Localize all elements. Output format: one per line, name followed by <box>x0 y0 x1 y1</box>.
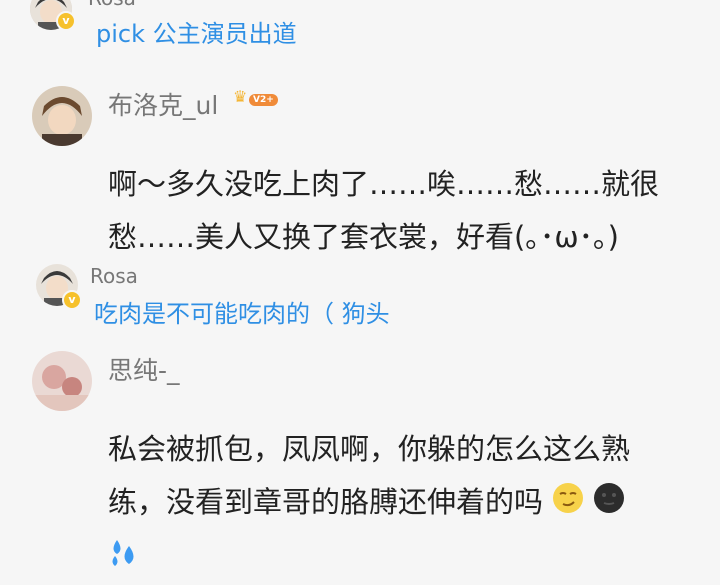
reply-text: pick 公主演员出道 <box>96 14 297 49</box>
verified-icon: v <box>62 290 82 310</box>
comment-username[interactable]: 布洛克_ul <box>108 86 218 122</box>
comment-username[interactable]: 思纯-_ <box>108 351 180 387</box>
reply-text: 吃肉是不可能吃肉的（ 狗头 <box>94 294 390 329</box>
sweat-droplets-emoji <box>108 532 140 585</box>
crown-icon: ♛ <box>233 87 247 106</box>
comment-item: 思纯-_ 私会被抓包，凤凤啊，你躲的怎么这么熟 练，没看到章哥的胳膊还伸着的吗 <box>0 345 720 560</box>
user-avatar[interactable] <box>32 351 92 411</box>
smirk-face-emoji <box>552 478 584 531</box>
dark-moon-face-emoji <box>593 478 625 531</box>
comment-line: 愁……美人又换了套衣裳，好看(｡･ω･｡) <box>108 211 708 264</box>
reply-item[interactable]: v Rosa pick 公主演员出道 <box>30 0 680 46</box>
comment-line: 私会被抓包，凤凤啊，你躲的怎么这么熟 <box>108 423 698 476</box>
comment-body: 私会被抓包，凤凤啊，你躲的怎么这么熟 练，没看到章哥的胳膊还伸着的吗 <box>108 423 698 585</box>
user-avatar[interactable] <box>32 86 92 146</box>
verified-icon: v <box>56 11 76 31</box>
reply-username[interactable]: Rosa <box>90 264 138 288</box>
comment-line: 啊～多久没吃上肉了……唉……愁……就很 <box>108 158 708 211</box>
level-label: V2+ <box>249 94 278 106</box>
reply-item[interactable]: v Rosa 吃肉是不可能吃肉的（ 狗头 <box>36 264 686 324</box>
comment-line <box>108 531 698 585</box>
comment-line: 练，没看到章哥的胳膊还伸着的吗 <box>108 476 698 531</box>
reply-username[interactable]: Rosa <box>88 0 136 10</box>
comment-body: 啊～多久没吃上肉了……唉……愁……就很 愁……美人又换了套衣裳，好看(｡･ω･｡… <box>108 158 708 264</box>
vip-level-badge: ♛ V2+ <box>233 90 277 112</box>
